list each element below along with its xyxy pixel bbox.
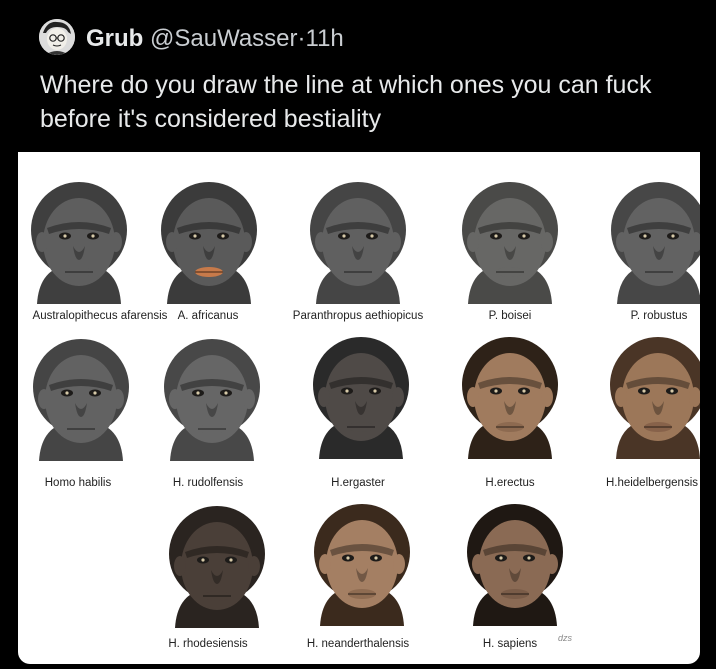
hominid-illustration	[603, 180, 700, 304]
separator-dot: ·	[297, 25, 306, 52]
hominid-illustration	[23, 180, 135, 304]
hominid-illustration	[306, 502, 418, 626]
hominid-illustration	[305, 335, 417, 459]
species-label: H.heidelbergensis	[605, 477, 698, 489]
species-label: P. robustus	[630, 310, 688, 322]
avatar[interactable]	[39, 19, 75, 55]
hominid-illustration	[302, 180, 414, 304]
tweet: Grub @SauWasser·11h Where do you draw th…	[18, 0, 700, 669]
post-time[interactable]: 11h	[306, 25, 344, 52]
species-label: H. neanderthalensis	[306, 638, 410, 650]
species-label: H.ergaster	[331, 477, 385, 489]
species-label: Australopithecus afarensis	[32, 310, 168, 322]
tweet-image[interactable]: dzs Australopithecus afarensis A. african…	[18, 152, 700, 664]
species-label: H. rudolfensis	[172, 477, 244, 489]
species-label: A. africanus	[177, 310, 239, 322]
species-label: Paranthropus aethiopicus	[292, 310, 424, 322]
hominid-illustration	[602, 335, 700, 459]
author-name[interactable]: Grub	[86, 25, 143, 52]
hominid-illustration	[454, 180, 566, 304]
hominid-illustration	[153, 180, 265, 304]
species-label: Homo habilis	[44, 477, 112, 489]
species-label: H.erectus	[485, 477, 535, 489]
species-label: H. sapiens	[482, 638, 538, 650]
hominid-illustration	[454, 335, 566, 459]
hominid-illustration	[25, 337, 137, 461]
tweet-header: Grub @SauWasser·11h	[18, 0, 700, 60]
author-handle[interactable]: @SauWasser	[150, 25, 298, 52]
hominid-illustration	[459, 502, 571, 626]
avatar-illustration	[39, 19, 75, 55]
species-label: H. rhodesiensis	[168, 638, 248, 650]
hominid-illustration	[161, 504, 273, 628]
author-line: Grub @SauWasser·11h	[86, 24, 344, 54]
artist-signature: dzs	[558, 633, 573, 643]
species-label: P. boisei	[488, 310, 532, 322]
tweet-text: Where do you draw the line at which ones…	[40, 71, 652, 133]
hominid-illustration	[156, 337, 268, 461]
